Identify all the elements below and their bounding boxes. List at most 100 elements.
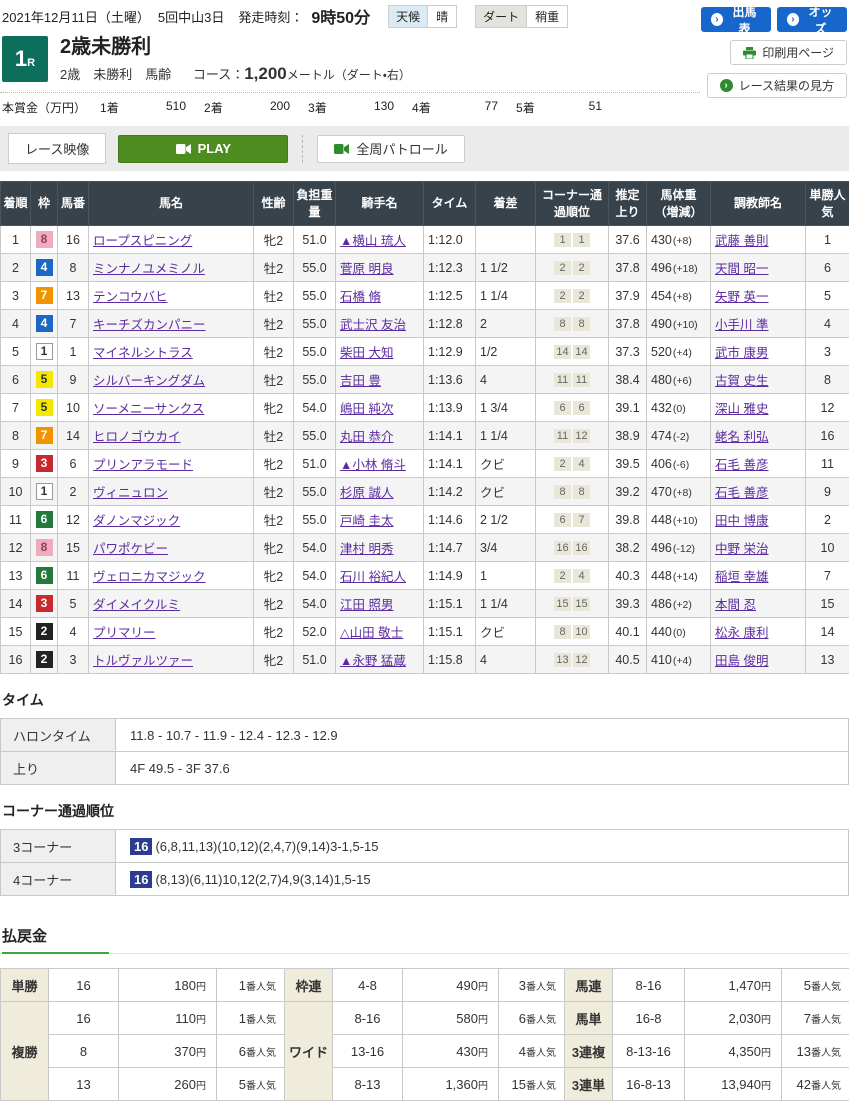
- patrol-video-button[interactable]: 全周パトロール: [317, 135, 464, 163]
- jockey-link[interactable]: 武士沢 友治: [340, 318, 406, 332]
- horse-link[interactable]: キーチズカンパニー: [93, 318, 206, 332]
- jockey-link[interactable]: 戸崎 圭太: [340, 514, 393, 528]
- trainer-link[interactable]: 石毛 善彦: [715, 486, 768, 500]
- trainer-link[interactable]: 深山 雅史: [715, 402, 768, 416]
- frame-number: 7: [31, 422, 58, 450]
- jockey-link[interactable]: 杉原 誠人: [340, 486, 393, 500]
- horse-name-cell: パワポケビー: [89, 534, 254, 562]
- jockey-link[interactable]: 石川 裕紀人: [340, 570, 406, 584]
- course-distance: 1,200: [244, 64, 287, 83]
- video-strip: レース映像 PLAY 全周パトロール: [0, 126, 849, 171]
- horse-name-cell: ヴェロニカマジック: [89, 562, 254, 590]
- meeting-info: 5回中山3日: [158, 7, 224, 26]
- trainer-link[interactable]: 蛯名 利弘: [715, 430, 768, 444]
- col-time: タイム: [424, 182, 476, 226]
- trainer-link[interactable]: 田島 俊明: [715, 654, 768, 668]
- finish-position: 15: [1, 618, 31, 646]
- jockey-link[interactable]: ▲永野 猛蔵: [340, 654, 406, 668]
- trainer-link[interactable]: 石毛 善彦: [715, 458, 768, 472]
- corner-order: 11: [536, 226, 609, 254]
- corner3-label: 3コーナー: [1, 830, 116, 863]
- horse-link[interactable]: ヴェロニカマジック: [93, 570, 206, 584]
- horse-link[interactable]: ロープスピニング: [93, 234, 192, 248]
- trainer-link[interactable]: 稲垣 幸雄: [715, 570, 768, 584]
- trainer-link[interactable]: 天間 昭一: [715, 262, 768, 276]
- result-guide-button[interactable]: › レース結果の見方: [707, 73, 847, 98]
- jockey-link[interactable]: 江田 照男: [340, 598, 393, 612]
- tansho-combo: 16: [49, 969, 119, 1002]
- horse-name-cell: プリンアラモード: [89, 450, 254, 478]
- margin: 4: [476, 366, 536, 394]
- horse-link[interactable]: ソーメニーサンクス: [93, 402, 204, 416]
- margin: 1/2: [476, 338, 536, 366]
- horse-link[interactable]: パワポケビー: [93, 542, 168, 556]
- horse-name-cell: ソーメニーサンクス: [89, 394, 254, 422]
- horse-link[interactable]: マイネルシトラス: [93, 346, 193, 360]
- corner-order: 1414: [536, 338, 609, 366]
- leader-number-chip: 16: [130, 838, 152, 855]
- horse-link[interactable]: ダイメイクルミ: [93, 598, 180, 612]
- trainer-link[interactable]: 松永 康利: [715, 626, 768, 640]
- jockey-link[interactable]: 吉田 豊: [340, 374, 381, 388]
- track-condition-chip: ダート 稍重: [475, 5, 568, 28]
- entry-table-button[interactable]: › 出馬表: [701, 7, 771, 32]
- trainer-link[interactable]: 本間 忍: [715, 598, 756, 612]
- horse-name-cell: プリマリー: [89, 618, 254, 646]
- horse-link[interactable]: シルバーキングダム: [93, 374, 205, 388]
- trainer-link[interactable]: 武市 康男: [715, 346, 768, 360]
- trainer-link[interactable]: 武藤 善則: [715, 234, 768, 248]
- trainer-link[interactable]: 矢野 英一: [715, 290, 768, 304]
- payout-section-title: 払戻金: [2, 925, 109, 954]
- horse-link[interactable]: プリマリー: [93, 626, 156, 640]
- prize-item: 3着130: [308, 99, 412, 116]
- jockey-link[interactable]: ▲横山 琉人: [340, 234, 406, 248]
- jockey-link[interactable]: 丸田 恭介: [340, 430, 393, 444]
- umaren-popularity: 5番人気: [782, 969, 849, 1002]
- body-weight: 520(+4): [647, 338, 711, 366]
- jockey-link[interactable]: 柴田 大知: [340, 346, 393, 360]
- horse-link[interactable]: ダノンマジック: [93, 514, 180, 528]
- corner-order: 24: [536, 562, 609, 590]
- jockey-link[interactable]: 嶋田 純次: [340, 402, 393, 416]
- odds-button[interactable]: › オッズ: [777, 7, 847, 32]
- play-button[interactable]: PLAY: [118, 135, 288, 163]
- frame-number: 5: [31, 394, 58, 422]
- jockey-link[interactable]: 津村 明秀: [340, 542, 393, 556]
- trainer-name-cell: 武市 康男: [711, 338, 806, 366]
- horse-link[interactable]: ミンナノユメミノル: [93, 262, 205, 276]
- col-win-popularity: 単勝人気: [806, 182, 849, 226]
- finish-position: 6: [1, 366, 31, 394]
- printer-icon: [743, 47, 756, 59]
- jockey-link[interactable]: 菅原 明良: [340, 262, 393, 276]
- jockey-link[interactable]: ▲小林 脩斗: [340, 458, 406, 472]
- horse-link[interactable]: トルヴァルツァー: [93, 654, 193, 668]
- jockey-name-cell: 石川 裕紀人: [336, 562, 424, 590]
- win-popularity: 8: [806, 366, 849, 394]
- win-popularity: 1: [806, 226, 849, 254]
- jockey-name-cell: 津村 明秀: [336, 534, 424, 562]
- col-horse-name: 馬名: [89, 182, 254, 226]
- jockey-link[interactable]: 石橋 脩: [340, 290, 381, 304]
- horse-link[interactable]: プリンアラモード: [93, 458, 193, 472]
- trainer-link[interactable]: 田中 博康: [715, 514, 768, 528]
- win-popularity: 16: [806, 422, 849, 450]
- horse-link[interactable]: ヴィニュロン: [93, 486, 168, 500]
- trainer-link[interactable]: 中野 栄治: [715, 542, 768, 556]
- wakuren-combo: 4-8: [333, 969, 403, 1002]
- furlong-time-row: ハロンタイム 11.8 - 10.7 - 11.9 - 12.4 - 12.3 …: [1, 719, 849, 752]
- trainer-link[interactable]: 小手川 準: [715, 318, 768, 332]
- jockey-link[interactable]: △山田 敬士: [340, 626, 403, 640]
- trainer-link[interactable]: 古賀 史生: [715, 374, 768, 388]
- horse-link[interactable]: ヒロノゴウカイ: [93, 430, 181, 444]
- sanrentan-popularity: 42番人気: [782, 1068, 849, 1101]
- table-row: 12815パワポケビー牝254.0津村 明秀1:14.73/4161638.24…: [1, 534, 849, 562]
- table-row: 1435ダイメイクルミ牝254.0江田 照男1:15.11 1/4151539.…: [1, 590, 849, 618]
- print-page-button[interactable]: 印刷用ページ: [730, 40, 847, 65]
- body-weight: 410(+4): [647, 646, 711, 674]
- col-finish-position: 着順: [1, 182, 31, 226]
- carried-weight: 55.0: [294, 422, 336, 450]
- track-condition-value: 稍重: [527, 6, 567, 27]
- horse-link[interactable]: テンコウバヒ: [93, 290, 168, 304]
- carried-weight: 51.0: [294, 646, 336, 674]
- jockey-name-cell: 嶋田 純次: [336, 394, 424, 422]
